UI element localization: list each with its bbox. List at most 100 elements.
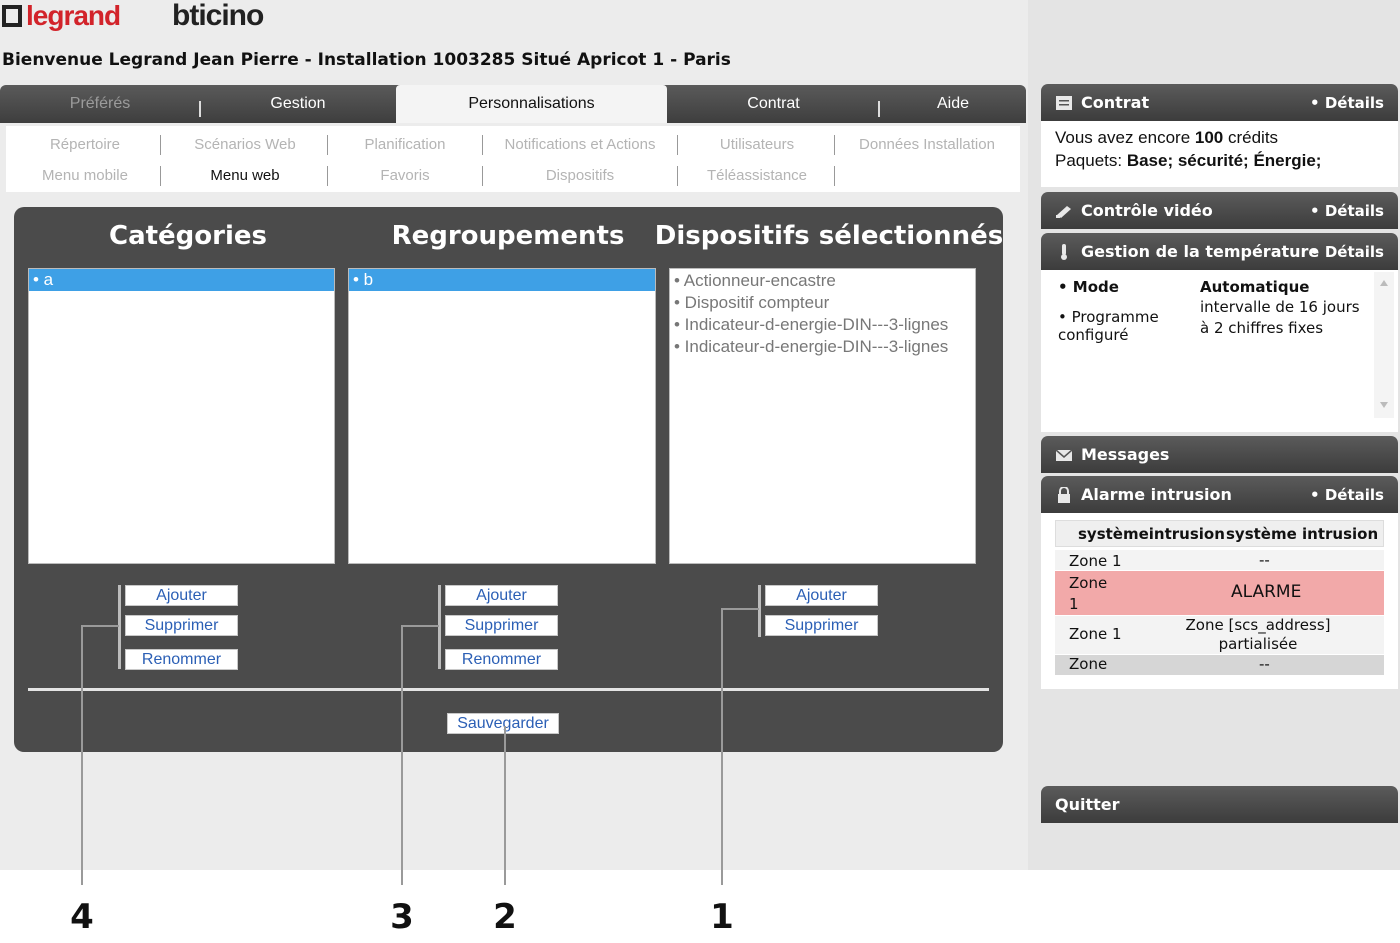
categories-title: Catégories: [108, 221, 268, 251]
quit-button[interactable]: Quitter: [1041, 786, 1398, 823]
program-label-line1: • Programme: [1058, 308, 1159, 326]
groups-delete-button[interactable]: Supprimer: [445, 615, 558, 636]
submenu-separator: [160, 166, 161, 186]
devices-list[interactable]: • Actionneur-encastre • Dispositif compt…: [669, 268, 976, 564]
submenu-donnees-installation[interactable]: Données Installation: [859, 136, 995, 153]
scroll-down-icon[interactable]: [1380, 402, 1388, 408]
status-cell: --: [1259, 551, 1270, 569]
callout-number-3: 3: [390, 897, 414, 937]
temperature-scrollbar[interactable]: [1374, 272, 1394, 418]
callout-line: [81, 625, 119, 627]
save-button[interactable]: Sauvegarder: [447, 713, 559, 734]
temperature-title: Gestion de la température: [1081, 242, 1320, 261]
credits-value: 100: [1194, 128, 1224, 147]
callout-line: [721, 608, 723, 885]
tab-personnalisations[interactable]: Personnalisations: [396, 85, 667, 123]
main-tab-bar: Préférés Gestion Personnalisations Contr…: [0, 85, 1026, 123]
credits-prefix: Vous avez encore: [1055, 128, 1195, 147]
callout-number-2: 2: [493, 897, 517, 937]
list-item[interactable]: • b: [349, 269, 655, 291]
callout-line: [504, 726, 506, 885]
submenu-favoris[interactable]: Favoris: [380, 167, 429, 184]
document-icon: [1056, 95, 1072, 110]
video-title: Contrôle vidéo: [1081, 201, 1213, 220]
tab-preferes[interactable]: Préférés: [0, 85, 200, 123]
submenu-separator: [160, 135, 161, 155]
callout-number-1: 1: [710, 897, 734, 937]
submenu-separator: [677, 166, 678, 186]
categories-delete-button[interactable]: Supprimer: [125, 615, 238, 636]
submenu-menu-web[interactable]: Menu web: [210, 167, 279, 184]
submenu-dispositifs[interactable]: Dispositifs: [546, 167, 614, 184]
legrand-logo-text: legrand: [26, 0, 121, 31]
alarm-details-link[interactable]: • Détails: [1310, 486, 1384, 504]
packages-value: Base; sécurité; Énergie;: [1126, 151, 1322, 170]
button-group-bracket: [438, 585, 441, 669]
tab-contrat[interactable]: Contrat: [668, 85, 879, 123]
groups-title: Regroupements: [391, 221, 625, 251]
list-item[interactable]: • a: [29, 269, 334, 291]
packages-line: Paquets: Base; sécurité; Énergie;: [1055, 151, 1321, 171]
list-item[interactable]: • Dispositif compteur: [670, 292, 975, 314]
categories-add-button[interactable]: Ajouter: [125, 585, 238, 606]
temperature-header[interactable]: Gestion de la température • Détails: [1041, 233, 1398, 270]
program-label-line2: configuré: [1058, 326, 1129, 344]
submenu-teleassistance[interactable]: Téléassistance: [707, 167, 807, 184]
groups-rename-button[interactable]: Renommer: [445, 649, 558, 670]
table-row: Zone 1 --: [1055, 550, 1384, 570]
list-item[interactable]: • Indicateur-d-energie-DIN---3-lignes: [670, 314, 975, 336]
credits-line: Vous avez encore 100 crédits: [1055, 128, 1278, 148]
program-value: intervalle de 16 jours à 2 chiffres fixe…: [1200, 298, 1360, 337]
contrat-details-link[interactable]: • Détails: [1310, 94, 1384, 112]
bticino-logo-text: bticino: [172, 0, 264, 32]
list-item[interactable]: • Actionneur-encastre: [670, 270, 975, 292]
submenu-scenarios-web[interactable]: Scénarios Web: [194, 136, 295, 153]
panel-divider: [28, 688, 989, 691]
quit-label: Quitter: [1055, 795, 1120, 814]
devices-delete-button[interactable]: Supprimer: [765, 615, 878, 636]
submenu-menu-mobile[interactable]: Menu mobile: [42, 167, 128, 184]
alarm-col1-header: systèmeintrusion: [1078, 525, 1225, 543]
submenu-repertoire[interactable]: Répertoire: [50, 136, 120, 153]
video-header[interactable]: Contrôle vidéo • Détails: [1041, 192, 1398, 229]
contrat-header[interactable]: Contrat • Détails: [1041, 84, 1398, 121]
submenu-planification[interactable]: Planification: [365, 136, 446, 153]
mode-label: • Mode: [1058, 278, 1119, 296]
program-label: • Programme configuré: [1058, 308, 1159, 344]
scroll-up-icon[interactable]: [1380, 280, 1388, 286]
zone-cell: Zone: [1069, 655, 1108, 673]
camera-icon: [1056, 205, 1071, 218]
alarm-header[interactable]: Alarme intrusion • Détails: [1041, 476, 1398, 513]
submenu-notifications[interactable]: Notifications et Actions: [505, 136, 656, 153]
legrand-logo-mark: [2, 5, 22, 27]
messages-title: Messages: [1081, 445, 1170, 464]
tab-aide[interactable]: Aide: [880, 85, 1026, 123]
devices-add-button[interactable]: Ajouter: [765, 585, 878, 606]
envelope-icon: [1055, 448, 1073, 461]
submenu-separator: [327, 166, 328, 186]
submenu-separator: [834, 166, 835, 186]
packages-prefix: Paquets:: [1055, 151, 1127, 170]
submenu-separator: [327, 135, 328, 155]
groups-add-button[interactable]: Ajouter: [445, 585, 558, 606]
callout-line: [401, 625, 403, 885]
alarm-col2-header: système intrusion: [1226, 525, 1379, 543]
welcome-text: Bienvenue Legrand Jean Pierre - Installa…: [2, 50, 731, 70]
video-details-link[interactable]: • Détails: [1310, 202, 1384, 220]
thermometer-icon: [1061, 243, 1067, 260]
messages-header[interactable]: Messages: [1041, 436, 1398, 473]
list-item[interactable]: • Indicateur-d-energie-DIN---3-lignes: [670, 336, 975, 358]
alarm-title: Alarme intrusion: [1081, 485, 1232, 504]
submenu-utilisateurs[interactable]: Utilisateurs: [720, 136, 794, 153]
categories-list[interactable]: • a: [28, 268, 335, 564]
submenu-separator: [482, 135, 483, 155]
callout-line: [401, 625, 439, 627]
tab-gestion[interactable]: Gestion: [201, 85, 395, 123]
table-row: Zone 1 Zone [scs_address] partialisée: [1055, 616, 1384, 654]
temperature-details-link[interactable]: • Détails: [1310, 243, 1384, 261]
table-row: Zone 1 ALARME: [1055, 571, 1384, 615]
categories-rename-button[interactable]: Renommer: [125, 649, 238, 670]
status-cell: Zone [scs_address] partialisée: [1185, 616, 1331, 653]
zone-cell: Zone 1: [1069, 625, 1122, 643]
groups-list[interactable]: • b: [348, 268, 656, 564]
